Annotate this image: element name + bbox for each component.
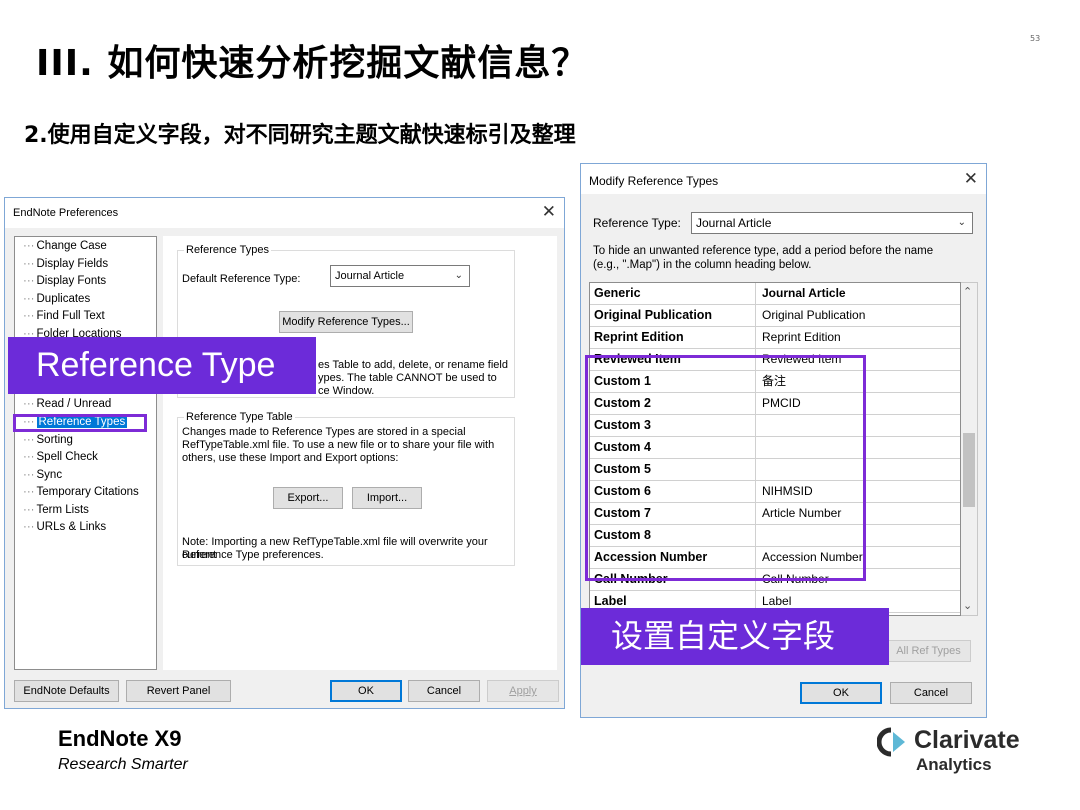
reference-type-callout: Reference Type bbox=[8, 337, 316, 394]
default-type-label: Default Reference Type: bbox=[182, 273, 301, 285]
hide-type-hint-line1: To hide an unwanted reference type, add … bbox=[593, 245, 934, 257]
preferences-ok-button[interactable]: OK bbox=[330, 680, 402, 702]
scroll-thumb[interactable] bbox=[963, 433, 975, 507]
reference-type-table-legend: Reference Type Table bbox=[184, 411, 295, 423]
preferences-content: Reference Types Default Reference Type: … bbox=[163, 236, 557, 670]
tree-item-read-unread[interactable]: ··· Read / Unread bbox=[23, 398, 111, 410]
tree-item-duplicates[interactable]: ··· Duplicates bbox=[23, 293, 90, 305]
preferences-titlebar: EndNote Preferences ✕ bbox=[5, 198, 564, 228]
modify-ok-button[interactable]: OK bbox=[800, 682, 882, 704]
slide-page-number: 53 bbox=[1030, 34, 1041, 43]
chevron-down-icon: ⌄ bbox=[957, 217, 966, 228]
reference-type-table-group: Reference Type Table Changes made to Ref… bbox=[177, 411, 515, 566]
custom-fields-highlight-box bbox=[585, 355, 866, 581]
import-button[interactable]: Import... bbox=[352, 487, 422, 509]
default-type-value: Journal Article bbox=[335, 270, 405, 282]
tree-item-urls-links[interactable]: ··· URLs & Links bbox=[23, 521, 106, 533]
reference-type-label: Reference Type: bbox=[593, 216, 681, 230]
hide-type-hint-line2: (e.g., ".Map") in the column heading bel… bbox=[593, 259, 812, 271]
modify-window-title: Modify Reference Types bbox=[589, 174, 719, 188]
table-desc-line2: RefTypeTable.xml file. To use a new file… bbox=[182, 439, 495, 451]
reference-types-desc-line3: ce Window. bbox=[318, 385, 375, 397]
slide-title: III. 如何快速分析挖掘文献信息？ bbox=[36, 43, 589, 84]
reference-type-select[interactable]: Journal Article ⌄ bbox=[691, 212, 973, 234]
table-desc-line1: Changes made to Reference Types are stor… bbox=[182, 426, 466, 438]
all-ref-types-button[interactable]: All Ref Types bbox=[886, 640, 971, 662]
tree-item-term-lists[interactable]: ··· Term Lists bbox=[23, 504, 89, 516]
product-name: EndNote X9 bbox=[58, 726, 182, 751]
endnote-preferences-window: EndNote Preferences ✕ ··· Change Case ···… bbox=[4, 197, 565, 709]
preferences-tree: ··· Change Case ··· Display Fields ··· Disp… bbox=[14, 236, 157, 670]
slide-subtitle: 2.使用自定义字段，对不同研究主题文献快速标引及整理 bbox=[24, 123, 576, 148]
custom-fields-callout: 设置自定义字段 bbox=[581, 608, 889, 665]
import-note-line2: Reference Type preferences. bbox=[182, 549, 324, 561]
table-scrollbar[interactable]: ⌃ ⌄ bbox=[961, 282, 978, 616]
preferences-close-icon[interactable]: ✕ bbox=[542, 202, 556, 222]
table-row[interactable]: Original Publication Original Publication bbox=[590, 305, 960, 327]
tree-item-display-fonts[interactable]: ··· Display Fonts bbox=[23, 275, 106, 287]
reference-types-group-legend: Reference Types bbox=[184, 244, 271, 256]
table-row[interactable]: Generic Journal Article bbox=[590, 283, 960, 305]
default-type-select[interactable]: Journal Article ⌄ bbox=[330, 265, 470, 287]
preferences-cancel-button[interactable]: Cancel bbox=[408, 680, 480, 702]
tree-item-change-case[interactable]: ··· Change Case bbox=[23, 240, 107, 252]
modify-close-icon[interactable]: ✕ bbox=[964, 169, 978, 189]
field-value-cell[interactable]: Journal Article bbox=[757, 283, 960, 305]
reference-types-desc-line1: es Table to add, delete, or rename field bbox=[318, 359, 508, 371]
reference-type-value: Journal Article bbox=[696, 216, 772, 230]
scroll-up-icon[interactable]: ⌃ bbox=[963, 285, 972, 298]
tree-item-temporary-citations[interactable]: ··· Temporary Citations bbox=[23, 486, 139, 498]
reference-types-highlight-box bbox=[13, 414, 147, 432]
logo-name: Clarivate bbox=[914, 726, 1020, 754]
tree-item-find-full-text[interactable]: ··· Find Full Text bbox=[23, 310, 105, 322]
field-name-cell: Original Publication bbox=[590, 305, 756, 327]
tree-item-display-fields[interactable]: ··· Display Fields bbox=[23, 258, 108, 270]
table-desc-line3: others, use these Import and Export opti… bbox=[182, 452, 399, 464]
revert-panel-button[interactable]: Revert Panel bbox=[126, 680, 231, 702]
scroll-down-icon[interactable]: ⌄ bbox=[963, 599, 972, 612]
tree-item-sorting[interactable]: ··· Sorting bbox=[23, 434, 73, 446]
chevron-down-icon: ⌄ bbox=[454, 270, 463, 281]
product-tagline: Research Smarter bbox=[58, 756, 188, 773]
export-button[interactable]: Export... bbox=[273, 487, 343, 509]
preferences-window-title: EndNote Preferences bbox=[13, 207, 119, 219]
field-name-cell: Reprint Edition bbox=[590, 327, 756, 349]
endnote-defaults-button[interactable]: EndNote Defaults bbox=[14, 680, 119, 702]
reference-types-desc-line2: ypes. The table CANNOT be used to bbox=[318, 372, 497, 384]
logo-subtitle: Analytics bbox=[916, 755, 992, 774]
field-name-cell: Generic bbox=[590, 283, 756, 305]
modify-cancel-button[interactable]: Cancel bbox=[890, 682, 972, 704]
table-row[interactable]: Reprint Edition Reprint Edition bbox=[590, 327, 960, 349]
field-value-cell[interactable]: Reprint Edition bbox=[757, 327, 960, 349]
field-value-cell[interactable]: Original Publication bbox=[757, 305, 960, 327]
modify-reference-types-button[interactable]: Modify Reference Types... bbox=[279, 311, 413, 333]
preferences-apply-button[interactable]: Apply bbox=[487, 680, 559, 702]
tree-item-spell-check[interactable]: ··· Spell Check bbox=[23, 451, 98, 463]
tree-item-sync[interactable]: ··· Sync bbox=[23, 469, 62, 481]
modify-titlebar: Modify Reference Types ✕ bbox=[581, 164, 986, 194]
clarivate-logo-icon bbox=[877, 727, 905, 757]
